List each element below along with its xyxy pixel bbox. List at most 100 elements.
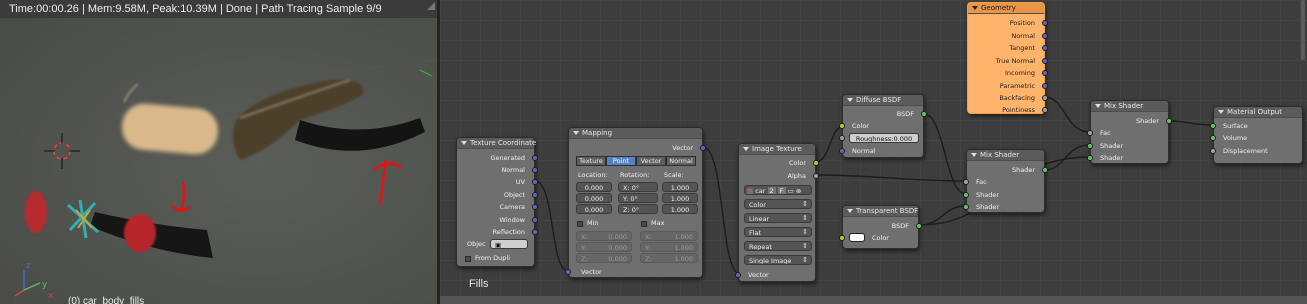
min-z-field[interactable]: Z: 0.000 (576, 253, 632, 263)
max-checkbox[interactable] (641, 221, 647, 227)
socket-shader-a-in[interactable] (1087, 143, 1093, 149)
diffuse-bsdf-node[interactable]: Diffuse BSDF BSDF Color Roughness:0.000 … (839, 94, 927, 158)
min-x-field[interactable]: X: 0.000 (576, 231, 632, 241)
socket-bsdf-out[interactable] (921, 111, 927, 117)
rotation-z-value: 0° (631, 206, 640, 214)
socket-window[interactable] (532, 217, 538, 223)
socket-color-out[interactable] (813, 160, 819, 166)
node-editor[interactable]: Texture Coordinate Generated Normal UV O… (440, 0, 1307, 304)
socket-normal-in[interactable] (839, 148, 845, 154)
socket-surface-in[interactable] (1210, 123, 1216, 129)
node-header[interactable]: Geometry (968, 3, 1044, 14)
socket-shader-b-in[interactable] (1087, 155, 1093, 161)
socket-shader-out[interactable] (1166, 118, 1172, 124)
scale-z-field[interactable]: 1.000 (662, 204, 698, 214)
rotation-y-field[interactable]: Y: 0° (618, 193, 658, 203)
object-picker[interactable]: ▣ (490, 239, 528, 249)
transparent-bsdf-node[interactable]: Transparent BSDF BSDF Color (839, 205, 922, 249)
socket-tangent[interactable] (1042, 45, 1048, 51)
node-title: Mix Shader (980, 151, 1020, 159)
node-header[interactable]: Mix Shader (1091, 101, 1168, 112)
interpolation-select[interactable]: Linear (744, 213, 812, 223)
socket-camera[interactable] (532, 204, 538, 210)
socket-pointiness[interactable] (1042, 107, 1048, 113)
socket-shader-b-in[interactable] (963, 204, 969, 210)
node-header[interactable]: Mapping (569, 128, 702, 139)
node-header[interactable]: Texture Coordinate (457, 138, 536, 149)
socket-true-normal[interactable] (1042, 58, 1048, 64)
socket-object[interactable] (532, 192, 538, 198)
socket-normal[interactable] (532, 167, 538, 173)
socket-color-in[interactable] (839, 123, 845, 129)
tab-vector[interactable]: Vector (636, 156, 666, 166)
socket-parametric[interactable] (1042, 83, 1048, 89)
rotation-z-field[interactable]: Z: 0° (618, 204, 658, 214)
min-checkbox[interactable] (577, 221, 583, 227)
socket-alpha-out[interactable] (813, 173, 819, 179)
rotation-x-value: 0° (631, 184, 640, 192)
node-header[interactable]: Transparent BSDF (843, 206, 918, 217)
projection-select[interactable]: Flat (744, 227, 812, 237)
socket-vector-in[interactable] (565, 269, 571, 275)
from-dupli-checkbox[interactable] (465, 256, 471, 262)
node-title: Transparent BSDF (856, 207, 919, 215)
socket-roughness-in[interactable] (839, 135, 845, 141)
node-header[interactable]: Diffuse BSDF (843, 95, 923, 106)
scrollbar[interactable] (1301, 0, 1305, 60)
socket-shader-a-in[interactable] (963, 192, 969, 198)
location-y-field[interactable]: 0.000 (576, 193, 612, 203)
node-header[interactable]: Material Output (1214, 107, 1302, 118)
geometry-node[interactable]: Geometry Position Normal Tangent True No… (967, 2, 1048, 114)
socket-vector-in[interactable] (735, 272, 741, 278)
color-swatch[interactable] (849, 233, 865, 242)
source-select[interactable]: Single Image (744, 255, 812, 265)
max-y-field[interactable]: Y: 1.000 (640, 242, 698, 252)
scale-x-field[interactable]: 1.000 (662, 182, 698, 192)
socket-normal[interactable] (1042, 33, 1048, 39)
tab-normal[interactable]: Normal (666, 156, 696, 166)
texture-coordinate-node[interactable]: Texture Coordinate Generated Normal UV O… (456, 137, 538, 267)
roughness-field[interactable]: Roughness:0.000 (849, 133, 919, 143)
folder-icon[interactable]: ▭ (788, 187, 794, 194)
fake-user-button[interactable]: F (777, 187, 786, 194)
material-output-node[interactable]: Material Output Surface Volume Displacem… (1210, 106, 1303, 164)
input-color: Color (852, 122, 869, 130)
image-selector[interactable]: ▤ car 2 F ▭ ⊗ (744, 185, 812, 195)
mapping-node[interactable]: Mapping Vector Texture Point Vector Norm… (565, 127, 706, 278)
image-texture-node[interactable]: Image Texture Color Alpha ▤ car 2 F ▭ ⊗ … (735, 143, 819, 282)
scale-y-field[interactable]: 1.000 (662, 193, 698, 203)
min-y-field[interactable]: Y: 0.000 (576, 242, 632, 252)
tab-point[interactable]: Point (606, 156, 636, 166)
socket-shader-out[interactable] (1042, 167, 1048, 173)
socket-reflection[interactable] (532, 229, 538, 235)
3d-viewport[interactable]: Time:00:00.26 | Mem:9.58M, Peak:10.39M |… (0, 0, 437, 304)
socket-uv[interactable] (532, 179, 538, 185)
mix-shader-node-1[interactable]: Mix Shader Shader Fac Shader Shader (963, 149, 1048, 213)
close-icon[interactable]: ⊗ (796, 187, 801, 194)
output-pointiness: Pointiness (1002, 106, 1035, 114)
socket-fac-in[interactable] (1087, 130, 1093, 136)
socket-generated[interactable] (532, 155, 538, 161)
max-x-value: 1.000 (674, 233, 693, 241)
tab-texture[interactable]: Texture (576, 156, 606, 166)
max-x-field[interactable]: X: 1.000 (640, 231, 698, 241)
extension-select[interactable]: Repeat (744, 241, 812, 251)
socket-displacement-in[interactable] (1210, 148, 1216, 154)
input-normal: Normal (852, 147, 876, 155)
location-x-field[interactable]: 0.000 (576, 182, 612, 192)
color-space-select[interactable]: Color (744, 199, 812, 209)
socket-color-in[interactable] (839, 235, 845, 241)
socket-incoming[interactable] (1042, 70, 1048, 76)
rotation-x-field[interactable]: X: 0° (618, 182, 658, 192)
socket-bsdf-out[interactable] (916, 223, 922, 229)
mix-shader-node-2[interactable]: Mix Shader Shader Fac Shader Shader (1087, 100, 1172, 164)
node-header[interactable]: Image Texture (739, 144, 815, 155)
node-header[interactable]: Mix Shader (967, 150, 1044, 161)
socket-backfacing[interactable] (1042, 95, 1048, 101)
socket-position[interactable] (1042, 20, 1048, 26)
max-z-field[interactable]: Z: 1.000 (640, 253, 698, 263)
socket-vector-out[interactable] (700, 145, 706, 151)
socket-fac-in[interactable] (963, 179, 969, 185)
socket-volume-in[interactable] (1210, 135, 1216, 141)
location-z-field[interactable]: 0.000 (576, 204, 612, 214)
